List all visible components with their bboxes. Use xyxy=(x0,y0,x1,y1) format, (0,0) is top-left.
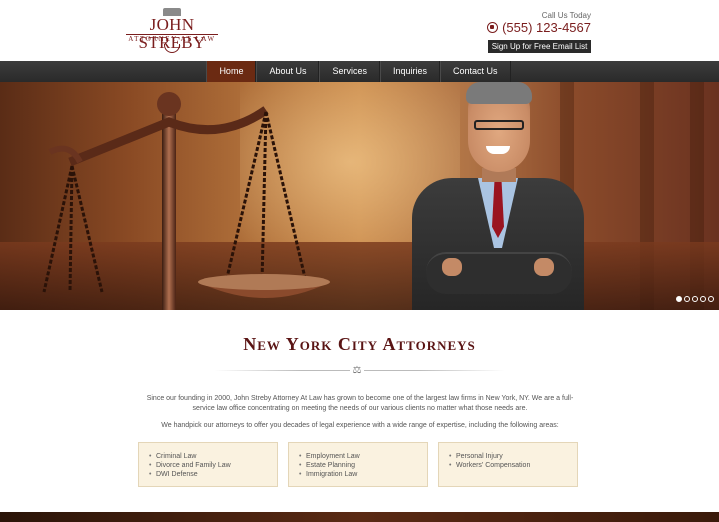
signup-button[interactable]: Sign Up for Free Email List xyxy=(488,40,591,53)
phone-number[interactable]: (555) 123-4567 xyxy=(487,20,591,35)
call-label: Call Us Today xyxy=(541,11,591,20)
practice-area-item: Estate Planning xyxy=(299,461,427,470)
practice-area-box: Criminal Law Divorce and Family Law DWI … xyxy=(138,442,278,487)
practice-area-item: Employment Law xyxy=(299,452,427,461)
scales-icon: ⚖ xyxy=(350,364,364,376)
practice-area-item: DWI Defense xyxy=(149,470,277,479)
phone-text[interactable]: (555) 123-4567 xyxy=(502,20,591,35)
slider-dot[interactable] xyxy=(700,296,706,302)
attorney-photo xyxy=(412,82,584,310)
slider-dot[interactable] xyxy=(692,296,698,302)
practice-area-item: Criminal Law xyxy=(149,452,277,461)
nav-item-inquiries[interactable]: Inquiries xyxy=(380,61,441,82)
practice-area-item: Workers' Compensation xyxy=(449,461,577,470)
main-nav: Home About Us Services Inquiries Contact… xyxy=(0,61,719,82)
practice-area-item: Immigration Law xyxy=(299,470,427,479)
slider-pagination xyxy=(676,296,714,302)
site-header: JOHN STREBY ATTORNEY AT LAW Call Us Toda… xyxy=(0,0,719,61)
nav-item-services[interactable]: Services xyxy=(319,61,380,82)
practice-area-item: Personal Injury xyxy=(449,452,577,461)
practice-area-item: Divorce and Family Law xyxy=(149,461,277,470)
logo-subtitle: ATTORNEY AT LAW xyxy=(126,34,218,44)
slider-dot[interactable] xyxy=(684,296,690,302)
hero-slider[interactable] xyxy=(0,82,719,310)
site-logo[interactable]: JOHN STREBY ATTORNEY AT LAW xyxy=(126,7,218,55)
practice-area-box: Employment Law Estate Planning Immigrati… xyxy=(288,442,428,487)
intro-paragraph-2: We handpick our attorneys to offer you d… xyxy=(161,422,559,429)
nav-item-contact-us[interactable]: Contact Us xyxy=(440,61,511,82)
practice-areas: Criminal Law Divorce and Family Law DWI … xyxy=(138,442,578,487)
practice-area-box: Personal Injury Workers' Compensation xyxy=(438,442,578,487)
page-heading: New York City Attorneys xyxy=(243,334,476,354)
phone-icon xyxy=(487,22,499,33)
scales-of-justice-image xyxy=(42,92,330,310)
slider-dot[interactable] xyxy=(676,296,682,302)
nav-item-about-us[interactable]: About Us xyxy=(256,61,320,82)
intro-paragraph: Since our founding in 2000, John Streby … xyxy=(146,395,574,412)
nav-item-home[interactable]: Home xyxy=(206,61,257,82)
slider-dot[interactable] xyxy=(708,296,714,302)
footer-image-strip xyxy=(0,512,719,522)
